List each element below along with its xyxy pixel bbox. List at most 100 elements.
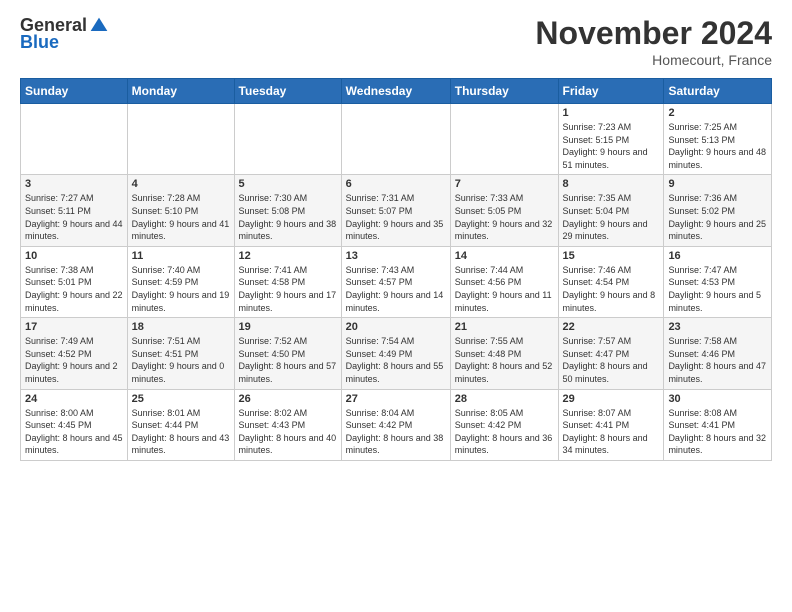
day-number: 5 <box>239 178 337 190</box>
calendar-cell: 22 Sunrise: 7:57 AM Sunset: 4:47 PM Dayli… <box>558 318 664 389</box>
day-info: Sunrise: 7:35 AM Sunset: 5:04 PM Dayligh… <box>563 192 660 242</box>
calendar-cell: 26 Sunrise: 8:02 AM Sunset: 4:43 PM Dayli… <box>234 389 341 460</box>
calendar-cell: 10 Sunrise: 7:38 AM Sunset: 5:01 PM Dayli… <box>21 246 128 317</box>
calendar-week-row: 24Sunrise: 8:00 AM Sunset: 4:45 PM Dayli… <box>21 389 772 460</box>
calendar-cell: 19 Sunrise: 7:52 AM Sunset: 4:50 PM Dayli… <box>234 318 341 389</box>
header: General Blue November 2024 Homecourt, Fr… <box>20 15 772 68</box>
logo-blue: Blue <box>20 32 109 53</box>
day-info: Sunrise: 8:08 AM Sunset: 4:41 PM Dayligh… <box>668 407 767 457</box>
calendar-cell: 13 Sunrise: 7:43 AM Sunset: 4:57 PM Dayli… <box>341 246 450 317</box>
calendar-cell: 24Sunrise: 8:00 AM Sunset: 4:45 PM Dayli… <box>21 389 128 460</box>
calendar-header-sunday: Sunday <box>21 79 128 104</box>
day-info: Sunrise: 8:01 AM Sunset: 4:44 PM Dayligh… <box>132 407 230 457</box>
day-info: Sunrise: 7:43 AM Sunset: 4:57 PM Dayligh… <box>346 264 446 314</box>
calendar-cell: 18 Sunrise: 7:51 AM Sunset: 4:51 PM Dayli… <box>127 318 234 389</box>
day-number: 6 <box>346 178 446 190</box>
day-number: 13 <box>346 250 446 262</box>
day-info: Sunrise: 7:31 AM Sunset: 5:07 PM Dayligh… <box>346 192 446 242</box>
day-number: 21 <box>455 321 554 333</box>
day-number: 25 <box>132 393 230 405</box>
day-number: 28 <box>455 393 554 405</box>
calendar-cell <box>234 104 341 175</box>
day-info: Sunrise: 7:46 AM Sunset: 4:54 PM Dayligh… <box>563 264 660 314</box>
calendar-cell: 5 Sunrise: 7:30 AM Sunset: 5:08 PM Daylig… <box>234 175 341 246</box>
day-info: Sunrise: 7:23 AM Sunset: 5:15 PM Dayligh… <box>563 121 660 171</box>
day-info: Sunrise: 7:49 AM Sunset: 4:52 PM Dayligh… <box>25 335 123 385</box>
day-number: 15 <box>563 250 660 262</box>
calendar-cell: 20 Sunrise: 7:54 AM Sunset: 4:49 PM Dayli… <box>341 318 450 389</box>
calendar-header-row: SundayMondayTuesdayWednesdayThursdayFrid… <box>21 79 772 104</box>
day-info: Sunrise: 8:04 AM Sunset: 4:42 PM Dayligh… <box>346 407 446 457</box>
main-title: November 2024 <box>535 15 772 52</box>
day-number: 14 <box>455 250 554 262</box>
day-info: Sunrise: 7:27 AM Sunset: 5:11 PM Dayligh… <box>25 192 123 242</box>
day-info: Sunrise: 7:33 AM Sunset: 5:05 PM Dayligh… <box>455 192 554 242</box>
subtitle: Homecourt, France <box>535 52 772 68</box>
day-info: Sunrise: 7:30 AM Sunset: 5:08 PM Dayligh… <box>239 192 337 242</box>
calendar-cell: 2 Sunrise: 7:25 AM Sunset: 5:13 PM Daylig… <box>664 104 772 175</box>
calendar-cell: 7 Sunrise: 7:33 AM Sunset: 5:05 PM Daylig… <box>450 175 558 246</box>
calendar-week-row: 1Sunrise: 7:23 AM Sunset: 5:15 PM Daylig… <box>21 104 772 175</box>
calendar-week-row: 3 Sunrise: 7:27 AM Sunset: 5:11 PM Daylig… <box>21 175 772 246</box>
day-info: Sunrise: 7:51 AM Sunset: 4:51 PM Dayligh… <box>132 335 230 385</box>
calendar-week-row: 17 Sunrise: 7:49 AM Sunset: 4:52 PM Dayli… <box>21 318 772 389</box>
calendar-cell: 15 Sunrise: 7:46 AM Sunset: 4:54 PM Dayli… <box>558 246 664 317</box>
day-info: Sunrise: 8:05 AM Sunset: 4:42 PM Dayligh… <box>455 407 554 457</box>
calendar-cell: 9 Sunrise: 7:36 AM Sunset: 5:02 PM Daylig… <box>664 175 772 246</box>
day-number: 3 <box>25 178 123 190</box>
calendar-cell: 23Sunrise: 7:58 AM Sunset: 4:46 PM Dayli… <box>664 318 772 389</box>
page: General Blue November 2024 Homecourt, Fr… <box>0 0 792 612</box>
calendar-cell: 8Sunrise: 7:35 AM Sunset: 5:04 PM Daylig… <box>558 175 664 246</box>
day-info: Sunrise: 7:36 AM Sunset: 5:02 PM Dayligh… <box>668 192 767 242</box>
day-info: Sunrise: 7:58 AM Sunset: 4:46 PM Dayligh… <box>668 335 767 385</box>
day-number: 2 <box>668 107 767 119</box>
day-info: Sunrise: 8:02 AM Sunset: 4:43 PM Dayligh… <box>239 407 337 457</box>
calendar-cell: 21Sunrise: 7:55 AM Sunset: 4:48 PM Dayli… <box>450 318 558 389</box>
calendar-cell: 28 Sunrise: 8:05 AM Sunset: 4:42 PM Dayli… <box>450 389 558 460</box>
day-number: 17 <box>25 321 123 333</box>
calendar-cell: 25 Sunrise: 8:01 AM Sunset: 4:44 PM Dayli… <box>127 389 234 460</box>
calendar-cell: 29Sunrise: 8:07 AM Sunset: 4:41 PM Dayli… <box>558 389 664 460</box>
day-info: Sunrise: 8:00 AM Sunset: 4:45 PM Dayligh… <box>25 407 123 457</box>
calendar-cell <box>341 104 450 175</box>
day-number: 18 <box>132 321 230 333</box>
day-number: 29 <box>563 393 660 405</box>
day-info: Sunrise: 7:40 AM Sunset: 4:59 PM Dayligh… <box>132 264 230 314</box>
calendar-cell: 12 Sunrise: 7:41 AM Sunset: 4:58 PM Dayli… <box>234 246 341 317</box>
day-number: 16 <box>668 250 767 262</box>
day-info: Sunrise: 7:47 AM Sunset: 4:53 PM Dayligh… <box>668 264 767 314</box>
calendar-cell: 16 Sunrise: 7:47 AM Sunset: 4:53 PM Dayli… <box>664 246 772 317</box>
day-number: 22 <box>563 321 660 333</box>
day-number: 10 <box>25 250 123 262</box>
calendar-cell: 14 Sunrise: 7:44 AM Sunset: 4:56 PM Dayli… <box>450 246 558 317</box>
calendar-cell: 11 Sunrise: 7:40 AM Sunset: 4:59 PM Dayli… <box>127 246 234 317</box>
day-info: Sunrise: 7:28 AM Sunset: 5:10 PM Dayligh… <box>132 192 230 242</box>
day-info: Sunrise: 7:44 AM Sunset: 4:56 PM Dayligh… <box>455 264 554 314</box>
calendar: SundayMondayTuesdayWednesdayThursdayFrid… <box>20 78 772 461</box>
day-number: 9 <box>668 178 767 190</box>
calendar-cell: 6 Sunrise: 7:31 AM Sunset: 5:07 PM Daylig… <box>341 175 450 246</box>
day-number: 7 <box>455 178 554 190</box>
day-info: Sunrise: 7:54 AM Sunset: 4:49 PM Dayligh… <box>346 335 446 385</box>
calendar-header-thursday: Thursday <box>450 79 558 104</box>
calendar-header-tuesday: Tuesday <box>234 79 341 104</box>
day-number: 30 <box>668 393 767 405</box>
day-info: Sunrise: 7:52 AM Sunset: 4:50 PM Dayligh… <box>239 335 337 385</box>
day-number: 20 <box>346 321 446 333</box>
day-info: Sunrise: 7:25 AM Sunset: 5:13 PM Dayligh… <box>668 121 767 171</box>
calendar-week-row: 10 Sunrise: 7:38 AM Sunset: 5:01 PM Dayli… <box>21 246 772 317</box>
day-info: Sunrise: 7:41 AM Sunset: 4:58 PM Dayligh… <box>239 264 337 314</box>
calendar-header-monday: Monday <box>127 79 234 104</box>
day-number: 4 <box>132 178 230 190</box>
calendar-cell: 1Sunrise: 7:23 AM Sunset: 5:15 PM Daylig… <box>558 104 664 175</box>
day-number: 19 <box>239 321 337 333</box>
title-block: November 2024 Homecourt, France <box>535 15 772 68</box>
day-number: 11 <box>132 250 230 262</box>
calendar-cell: 17 Sunrise: 7:49 AM Sunset: 4:52 PM Dayli… <box>21 318 128 389</box>
day-info: Sunrise: 7:38 AM Sunset: 5:01 PM Dayligh… <box>25 264 123 314</box>
calendar-header-wednesday: Wednesday <box>341 79 450 104</box>
day-number: 27 <box>346 393 446 405</box>
day-info: Sunrise: 7:57 AM Sunset: 4:47 PM Dayligh… <box>563 335 660 385</box>
day-number: 12 <box>239 250 337 262</box>
day-number: 26 <box>239 393 337 405</box>
